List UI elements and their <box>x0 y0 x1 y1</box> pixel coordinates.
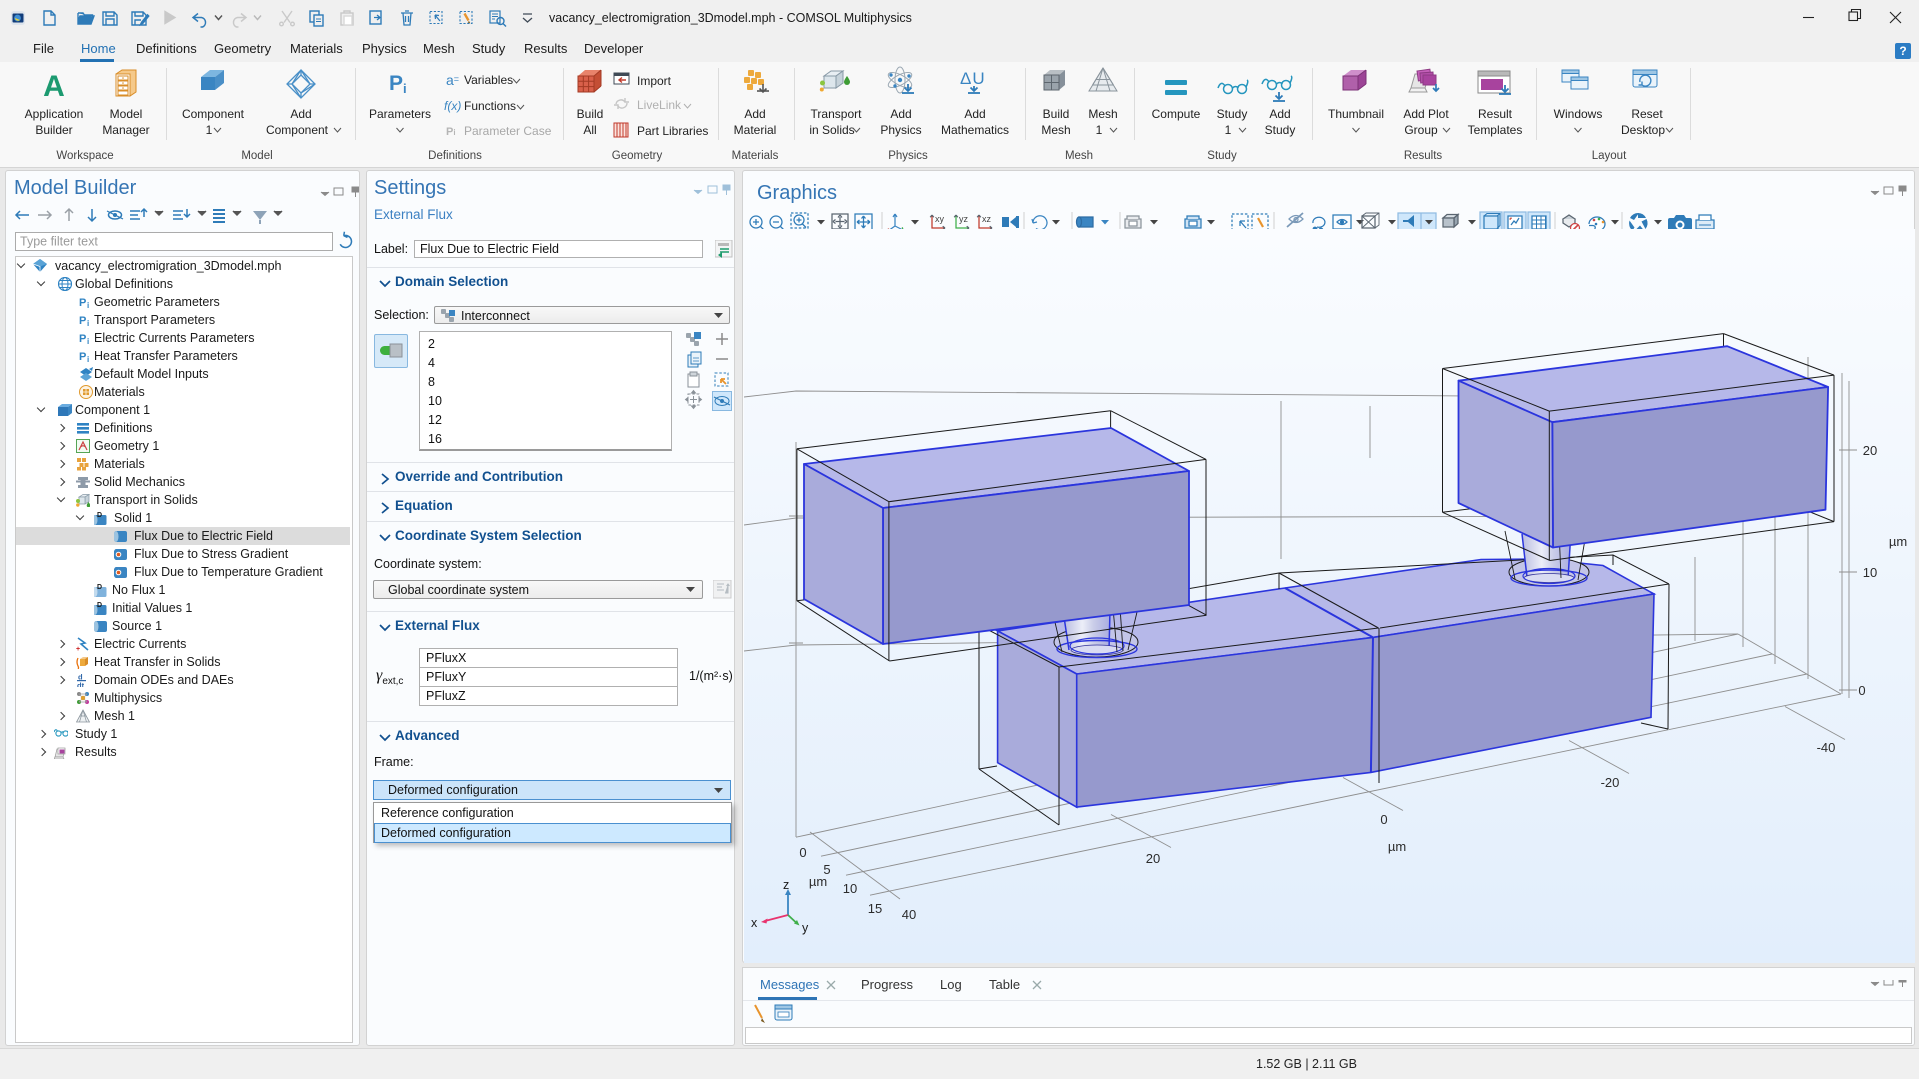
svg-text:Windows: Windows <box>1554 107 1603 121</box>
svg-text:Add: Add <box>964 107 985 121</box>
svg-text:1: 1 <box>1225 123 1232 137</box>
svg-text:Reset: Reset <box>1631 107 1663 121</box>
svg-text:x: x <box>751 916 758 930</box>
svg-text:Mesh: Mesh <box>1041 123 1070 137</box>
svg-text:0: 0 <box>1380 812 1387 827</box>
svg-text:Thumbnail: Thumbnail <box>1328 107 1384 121</box>
svg-text:0: 0 <box>799 845 806 860</box>
svg-text:40: 40 <box>902 907 916 922</box>
svg-text:1: 1 <box>1096 123 1103 137</box>
svg-text:Variables: Variables <box>464 73 513 87</box>
svg-text:10: 10 <box>1863 565 1877 580</box>
svg-text:Manager: Manager <box>102 123 149 137</box>
svg-text:Result: Result <box>1478 107 1513 121</box>
svg-text:a=: a= <box>446 72 459 88</box>
svg-text:Study: Study <box>1217 107 1248 121</box>
svg-text:20: 20 <box>1146 851 1160 866</box>
svg-text:ΔU: ΔU <box>960 69 985 88</box>
svg-text:-40: -40 <box>1817 740 1836 755</box>
svg-text:Type filter text: Type filter text <box>20 235 98 249</box>
svg-text:All: All <box>583 123 596 137</box>
svg-text:Material: Material <box>734 123 777 137</box>
svg-text:Component: Component <box>182 107 245 121</box>
svg-text:f(x): f(x) <box>444 99 461 113</box>
svg-text:Build: Build <box>1043 107 1070 121</box>
svg-text:15: 15 <box>868 901 882 916</box>
svg-text:Pi: Pi <box>446 126 456 138</box>
svg-text:Build: Build <box>577 107 604 121</box>
svg-text:z: z <box>783 878 789 892</box>
svg-text:Transport: Transport <box>811 107 863 121</box>
svg-text:Mesh: Mesh <box>1088 107 1117 121</box>
svg-text:LiveLink: LiveLink <box>637 98 682 112</box>
svg-text:0: 0 <box>1858 683 1865 698</box>
svg-text:y: y <box>802 921 809 935</box>
svg-text:Study: Study <box>1265 123 1296 137</box>
svg-text:Builder: Builder <box>35 123 72 137</box>
svg-text:Add Plot: Add Plot <box>1403 107 1449 121</box>
svg-text:Parameters: Parameters <box>369 107 431 121</box>
svg-text:Add: Add <box>1269 107 1290 121</box>
svg-text:-20: -20 <box>1601 775 1620 790</box>
svg-text:20: 20 <box>1863 443 1877 458</box>
svg-text:Part Libraries: Part Libraries <box>637 124 708 138</box>
svg-text:Add: Add <box>290 107 311 121</box>
svg-text:yz: yz <box>959 214 969 224</box>
svg-text:Templates: Templates <box>1468 123 1523 137</box>
svg-text:Component: Component <box>266 123 329 137</box>
svg-text:A: A <box>43 70 65 103</box>
svg-text:1: 1 <box>206 123 213 137</box>
svg-text:Model: Model <box>110 107 143 121</box>
svg-text:Add: Add <box>890 107 911 121</box>
svg-text:in Solids: in Solids <box>809 123 854 137</box>
svg-text:Desktop: Desktop <box>1621 123 1665 137</box>
svg-text:Parameter Case: Parameter Case <box>464 124 552 138</box>
svg-text:Compute: Compute <box>1152 107 1201 121</box>
svg-text:vacancy_electromigration_3Dmod: vacancy_electromigration_3Dmodel.mph - C… <box>549 11 912 25</box>
svg-text:Import: Import <box>637 74 672 88</box>
svg-text:µm: µm <box>1889 534 1907 549</box>
svg-text:10: 10 <box>843 881 857 896</box>
svg-text:µm: µm <box>809 874 827 889</box>
svg-text:Mathematics: Mathematics <box>941 123 1009 137</box>
svg-text:P: P <box>389 72 403 95</box>
svg-text:Application: Application <box>25 107 84 121</box>
svg-text:xz: xz <box>982 214 992 224</box>
svg-text:Functions: Functions <box>464 99 516 113</box>
svg-text:Group: Group <box>1404 123 1438 137</box>
svg-text:µm: µm <box>1388 839 1406 854</box>
svg-text:Physics: Physics <box>880 123 921 137</box>
svg-text:xy: xy <box>935 214 945 224</box>
svg-text:i: i <box>403 81 407 96</box>
svg-text:Add: Add <box>744 107 765 121</box>
